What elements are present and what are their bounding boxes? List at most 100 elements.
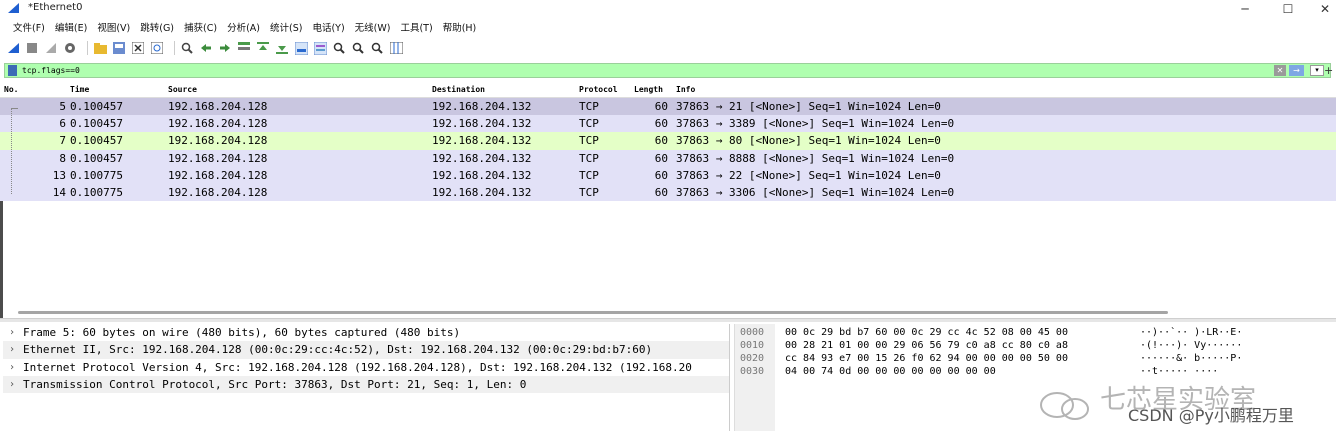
menu-wireless[interactable]: 无线(W) bbox=[350, 20, 396, 34]
go-forward-icon[interactable] bbox=[218, 41, 232, 55]
bytes-hex[interactable]: 00 28 21 01 00 00 29 06 56 79 c0 a8 cc 8… bbox=[785, 339, 1068, 352]
details-tree-item[interactable]: › Internet Protocol Version 4, Src: 192.1… bbox=[3, 358, 729, 376]
maximize-button[interactable]: ☐ bbox=[1273, 0, 1303, 17]
start-capture-icon[interactable] bbox=[6, 41, 20, 55]
packet-no: 7 bbox=[59, 134, 66, 148]
bytes-offset[interactable]: 0000 bbox=[740, 326, 764, 339]
column-header-no[interactable]: No. bbox=[4, 85, 18, 94]
packet-row[interactable]: 13 0.100775 192.168.204.128 192.168.204.132… bbox=[0, 166, 1336, 184]
packet-row[interactable]: 8 0.100457 192.168.204.128 192.168.204.132 T… bbox=[0, 149, 1336, 167]
conversation-tree-cap bbox=[11, 108, 18, 109]
menu-view[interactable]: 视图(V) bbox=[92, 20, 135, 34]
menu-tools[interactable]: 工具(T) bbox=[395, 20, 437, 34]
close-button[interactable]: ✕ bbox=[1310, 0, 1336, 17]
main-toolbar bbox=[0, 37, 1336, 59]
packet-destination: 192.168.204.132 bbox=[432, 151, 532, 165]
minimize-button[interactable]: ─ bbox=[1230, 0, 1260, 17]
apply-filter-icon[interactable]: → bbox=[1289, 65, 1304, 76]
details-tree-item[interactable]: › Transmission Control Protocol, Src Port… bbox=[3, 375, 729, 394]
clear-filter-icon[interactable]: ✕ bbox=[1274, 65, 1286, 76]
packet-info: 37863 → 22 [<None>] Seq=1 Win=1024 Len=0 bbox=[676, 168, 941, 182]
details-item-text: Frame 5: 60 bytes on wire (480 bits), 60… bbox=[23, 326, 461, 339]
packet-row[interactable]: 6 0.100457 192.168.204.128 192.168.204.132 T… bbox=[0, 115, 1336, 133]
bookmark-icon[interactable] bbox=[8, 65, 17, 76]
menu-statistics[interactable]: 统计(S) bbox=[265, 20, 307, 34]
horizontal-scrollbar[interactable] bbox=[18, 311, 1168, 314]
packet-time: 0.100775 bbox=[70, 168, 123, 182]
menu-telephony[interactable]: 电话(Y) bbox=[307, 20, 349, 34]
bytes-hex[interactable]: 00 0c 29 bd b7 60 00 0c 29 cc 4c 52 08 0… bbox=[785, 326, 1068, 339]
bytes-ascii[interactable]: ··)··`·· )·LR··E· bbox=[1140, 326, 1242, 339]
expand-arrow-icon[interactable]: › bbox=[9, 359, 15, 376]
details-tree-item[interactable]: › Frame 5: 60 bytes on wire (480 bits), 6… bbox=[3, 324, 729, 342]
go-first-icon[interactable] bbox=[256, 41, 270, 55]
pane-splitter[interactable] bbox=[0, 318, 1336, 322]
restart-capture-icon[interactable] bbox=[44, 41, 58, 55]
filter-dropdown-icon[interactable]: ▾ bbox=[1310, 65, 1324, 76]
packet-info: 37863 → 3306 [<None>] Seq=1 Win=1024 Len… bbox=[676, 185, 955, 199]
menu-analyze[interactable]: 分析(A) bbox=[222, 20, 265, 34]
add-filter-button-icon[interactable]: + bbox=[1324, 64, 1333, 77]
go-to-packet-icon[interactable] bbox=[237, 41, 251, 55]
packet-row[interactable]: 14 0.100775 192.168.204.128 192.168.204.132… bbox=[0, 183, 1336, 202]
colorize-icon[interactable] bbox=[313, 41, 327, 55]
packet-length: 60 bbox=[654, 185, 668, 199]
resize-columns-icon[interactable] bbox=[389, 41, 403, 55]
wireshark-fin-icon bbox=[8, 3, 19, 13]
stop-capture-icon[interactable] bbox=[25, 41, 39, 55]
expand-arrow-icon[interactable]: › bbox=[9, 376, 15, 393]
expand-arrow-icon[interactable]: › bbox=[9, 341, 15, 358]
column-header-protocol[interactable]: Protocol bbox=[579, 85, 618, 94]
packet-row[interactable]: 5 0.100457 192.168.204.128 192.168.204.132 T… bbox=[0, 98, 1336, 116]
reload-file-icon[interactable] bbox=[150, 41, 164, 55]
details-tree-item[interactable]: › Ethernet II, Src: 192.168.204.128 (00:0… bbox=[3, 341, 729, 359]
bytes-ascii[interactable]: ······&· b·····P· bbox=[1140, 352, 1242, 365]
capture-options-icon[interactable] bbox=[63, 41, 77, 55]
column-header-source[interactable]: Source bbox=[168, 85, 197, 94]
zoom-normal-icon[interactable] bbox=[370, 41, 384, 55]
wechat-logo-icon bbox=[1040, 392, 1089, 420]
packet-protocol: TCP bbox=[579, 100, 599, 113]
bytes-ascii[interactable]: ·(!···)· Vy······ bbox=[1140, 339, 1242, 352]
packet-row[interactable]: 7 0.100457 192.168.204.128 192.168.204.132 T… bbox=[0, 132, 1336, 150]
display-filter-input[interactable] bbox=[22, 66, 1172, 75]
column-header-info[interactable]: Info bbox=[676, 85, 695, 94]
bytes-ascii[interactable]: ··t····· ···· bbox=[1140, 365, 1218, 378]
bytes-offset[interactable]: 0030 bbox=[740, 365, 764, 378]
zoom-out-icon[interactable] bbox=[351, 41, 365, 55]
find-packet-icon[interactable] bbox=[180, 41, 194, 55]
save-file-icon[interactable] bbox=[112, 41, 126, 55]
packet-source: 192.168.204.128 bbox=[168, 100, 268, 113]
menu-edit[interactable]: 编辑(E) bbox=[50, 20, 92, 34]
menu-help[interactable]: 帮助(H) bbox=[438, 20, 482, 34]
menu-go[interactable]: 跳转(G) bbox=[135, 20, 179, 34]
bytes-offset[interactable]: 0010 bbox=[740, 339, 764, 352]
packet-source: 192.168.204.128 bbox=[168, 117, 268, 131]
go-last-icon[interactable] bbox=[275, 41, 289, 55]
packet-list-header: No. Time Source Destination Protocol Len… bbox=[0, 83, 1336, 98]
packet-protocol: TCP bbox=[579, 151, 599, 165]
bytes-hex[interactable]: cc 84 93 e7 00 15 26 f0 62 94 00 00 00 0… bbox=[785, 352, 1068, 365]
autoscroll-icon[interactable] bbox=[294, 41, 308, 55]
column-header-time[interactable]: Time bbox=[70, 85, 89, 94]
packet-time: 0.100457 bbox=[70, 134, 123, 148]
packet-source: 192.168.204.128 bbox=[168, 185, 268, 199]
bytes-hex[interactable]: 04 00 74 0d 00 00 00 00 00 00 00 00 bbox=[785, 365, 996, 378]
open-file-icon[interactable] bbox=[93, 41, 107, 55]
display-filter-bar: ✕ → ▾ bbox=[4, 63, 1331, 78]
menu-file[interactable]: 文件(F) bbox=[8, 20, 50, 34]
bytes-row: 0000 00 0c 29 bd b7 60 00 0c 29 cc 4c 52 … bbox=[735, 326, 1336, 339]
packet-length: 60 bbox=[654, 134, 668, 148]
title-bar: *Ethernet0 ─ ☐ ✕ bbox=[0, 0, 1336, 17]
column-header-length[interactable]: Length bbox=[634, 85, 663, 94]
bytes-offset[interactable]: 0020 bbox=[740, 352, 764, 365]
packet-length: 60 bbox=[654, 117, 668, 131]
close-file-icon[interactable] bbox=[131, 41, 145, 55]
zoom-in-icon[interactable] bbox=[332, 41, 346, 55]
packet-time: 0.100457 bbox=[70, 100, 123, 113]
menu-capture[interactable]: 捕获(C) bbox=[179, 20, 222, 34]
column-header-destination[interactable]: Destination bbox=[432, 85, 485, 94]
go-back-icon[interactable] bbox=[199, 41, 213, 55]
packet-source: 192.168.204.128 bbox=[168, 151, 268, 165]
expand-arrow-icon[interactable]: › bbox=[9, 324, 15, 341]
